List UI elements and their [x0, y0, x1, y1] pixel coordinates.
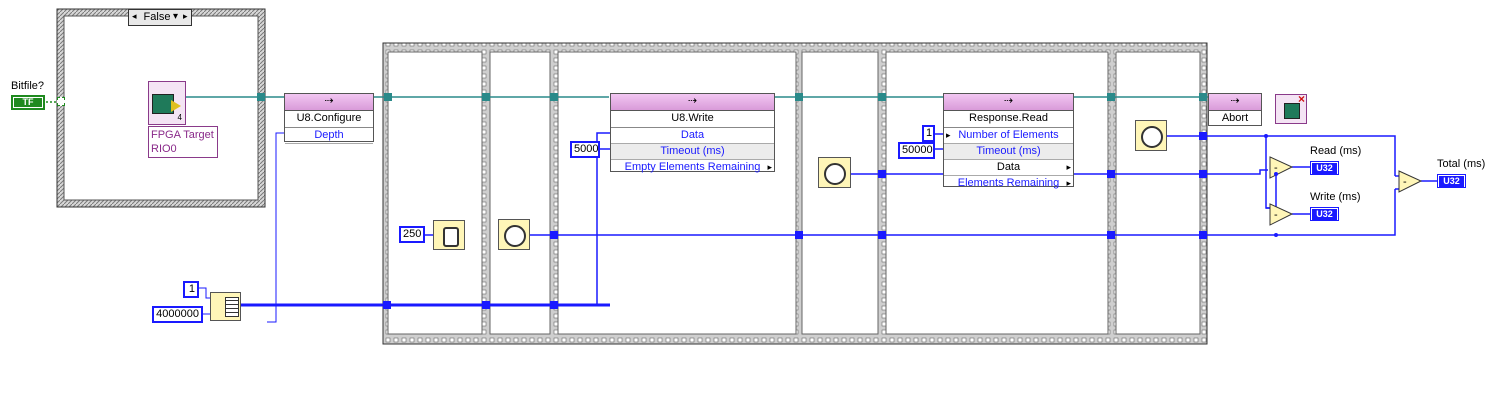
initialize-array-function-icon[interactable] [210, 292, 241, 321]
wire-junction [1264, 134, 1268, 138]
bitfile-tunnel [57, 97, 65, 106]
case-selector-value: False [143, 11, 171, 23]
u32-type-icon: U32 [1439, 176, 1464, 187]
tick-count-timer-icon[interactable] [498, 219, 530, 250]
wire-junction [1274, 172, 1278, 176]
timeout-terminal[interactable]: Timeout (ms) [944, 144, 1073, 160]
fpga-target-label: FPGA Target RIO0 [148, 126, 218, 158]
tick-count-timer-icon[interactable] [1135, 120, 1167, 151]
wait-ms-constant[interactable]: 250 [399, 226, 425, 243]
output-arrow-icon: ▸ [1066, 162, 1071, 172]
empty-elements-remaining-terminal[interactable]: Empty Elements Remaining ▸ [611, 160, 774, 175]
close-x-icon: × [1297, 92, 1305, 106]
data-terminal[interactable]: Data [611, 128, 774, 144]
bitfile-boolean-control[interactable]: TF [11, 95, 45, 110]
configure-method-node[interactable]: ⇢ U8.Configure Depth [284, 93, 374, 144]
tick-count-timer-icon[interactable] [818, 157, 851, 188]
write-node-title: U8.Write [611, 111, 774, 128]
case-selector[interactable]: ◂ False ▾ ▸ [128, 9, 192, 26]
write-method-node[interactable]: ⇢ U8.Write Data Timeout (ms) Empty Eleme… [610, 93, 775, 175]
abort-node-title: Abort [1221, 112, 1249, 124]
write-timeout-constant[interactable]: 5000 [570, 141, 600, 158]
timeout-terminal[interactable]: Timeout (ms) [611, 144, 774, 160]
subtract-symbol: - [1274, 209, 1278, 221]
read-timeout-constant[interactable]: 50000 [898, 142, 935, 159]
selector-increment-icon[interactable]: ▸ [183, 11, 188, 22]
depth-terminal[interactable]: Depth [285, 128, 373, 144]
array-count-constant[interactable]: 1 [183, 281, 199, 298]
read-method-node[interactable]: ⇢ Response.Read Number of Elements ▸ Time… [943, 93, 1074, 189]
flat-sequence-structure [382, 42, 1208, 345]
boolean-tf-icon: TF [14, 98, 42, 107]
read-node-title: Response.Read [944, 111, 1073, 128]
invoke-node-header: ⇢ [285, 94, 373, 111]
array-size-constant[interactable]: 4000000 [152, 306, 203, 323]
stopwatch-icon [1141, 126, 1163, 148]
u32-type-icon: U32 [1312, 209, 1337, 220]
stopwatch-icon [504, 225, 526, 247]
bitfile-label: Bitfile? [11, 80, 45, 92]
block-diagram-wires: - - - [46, 8, 1437, 345]
elements-remaining-terminal[interactable]: Elements Remaining ▸ [944, 176, 1073, 191]
total-ms-indicator[interactable]: U32 [1437, 174, 1466, 188]
number-of-elements-terminal[interactable]: Number of Elements ▸ [944, 128, 1073, 144]
array-grid-icon [225, 297, 239, 317]
output-arrow-icon: ▸ [1066, 178, 1071, 188]
write-ms-indicator[interactable]: U32 [1310, 207, 1339, 221]
fpga-resource-line: RIO0 [151, 143, 177, 155]
fpga-ref-badge: 4 [177, 113, 182, 122]
u32-type-icon: U32 [1312, 163, 1337, 174]
watch-icon [443, 227, 459, 247]
selector-dropdown-icon[interactable]: ▾ [173, 11, 178, 22]
close-fpga-reference-icon[interactable]: × [1275, 92, 1307, 124]
abort-method-node[interactable]: ⇢ Abort [1208, 93, 1262, 126]
stopwatch-icon [824, 163, 846, 185]
data-out-terminal[interactable]: Data ▸ [944, 160, 1073, 176]
read-elements-constant[interactable]: 1 [922, 125, 935, 142]
open-fpga-reference-icon[interactable]: 4 [148, 81, 186, 125]
input-arrow-icon: ▸ [946, 130, 951, 140]
invoke-node-header: ⇢ [1209, 94, 1261, 111]
read-ms-label: Read (ms) [1310, 145, 1362, 157]
output-arrow-icon: ▸ [767, 162, 772, 172]
total-ms-label: Total (ms) [1437, 158, 1486, 170]
configure-node-title: U8.Configure [285, 111, 373, 128]
fpga-target-line: FPGA Target [151, 129, 214, 141]
write-ms-label: Write (ms) [1310, 191, 1361, 203]
invoke-node-header: ⇢ [611, 94, 774, 111]
read-ms-indicator[interactable]: U32 [1310, 161, 1339, 175]
subtract-symbol: - [1403, 176, 1407, 188]
selector-decrement-icon[interactable]: ◂ [132, 11, 137, 22]
invoke-node-header: ⇢ [944, 94, 1073, 111]
fpga-ref-arrow-icon [171, 100, 181, 112]
wire-junction [1274, 233, 1278, 237]
wait-ms-icon[interactable] [433, 220, 465, 250]
